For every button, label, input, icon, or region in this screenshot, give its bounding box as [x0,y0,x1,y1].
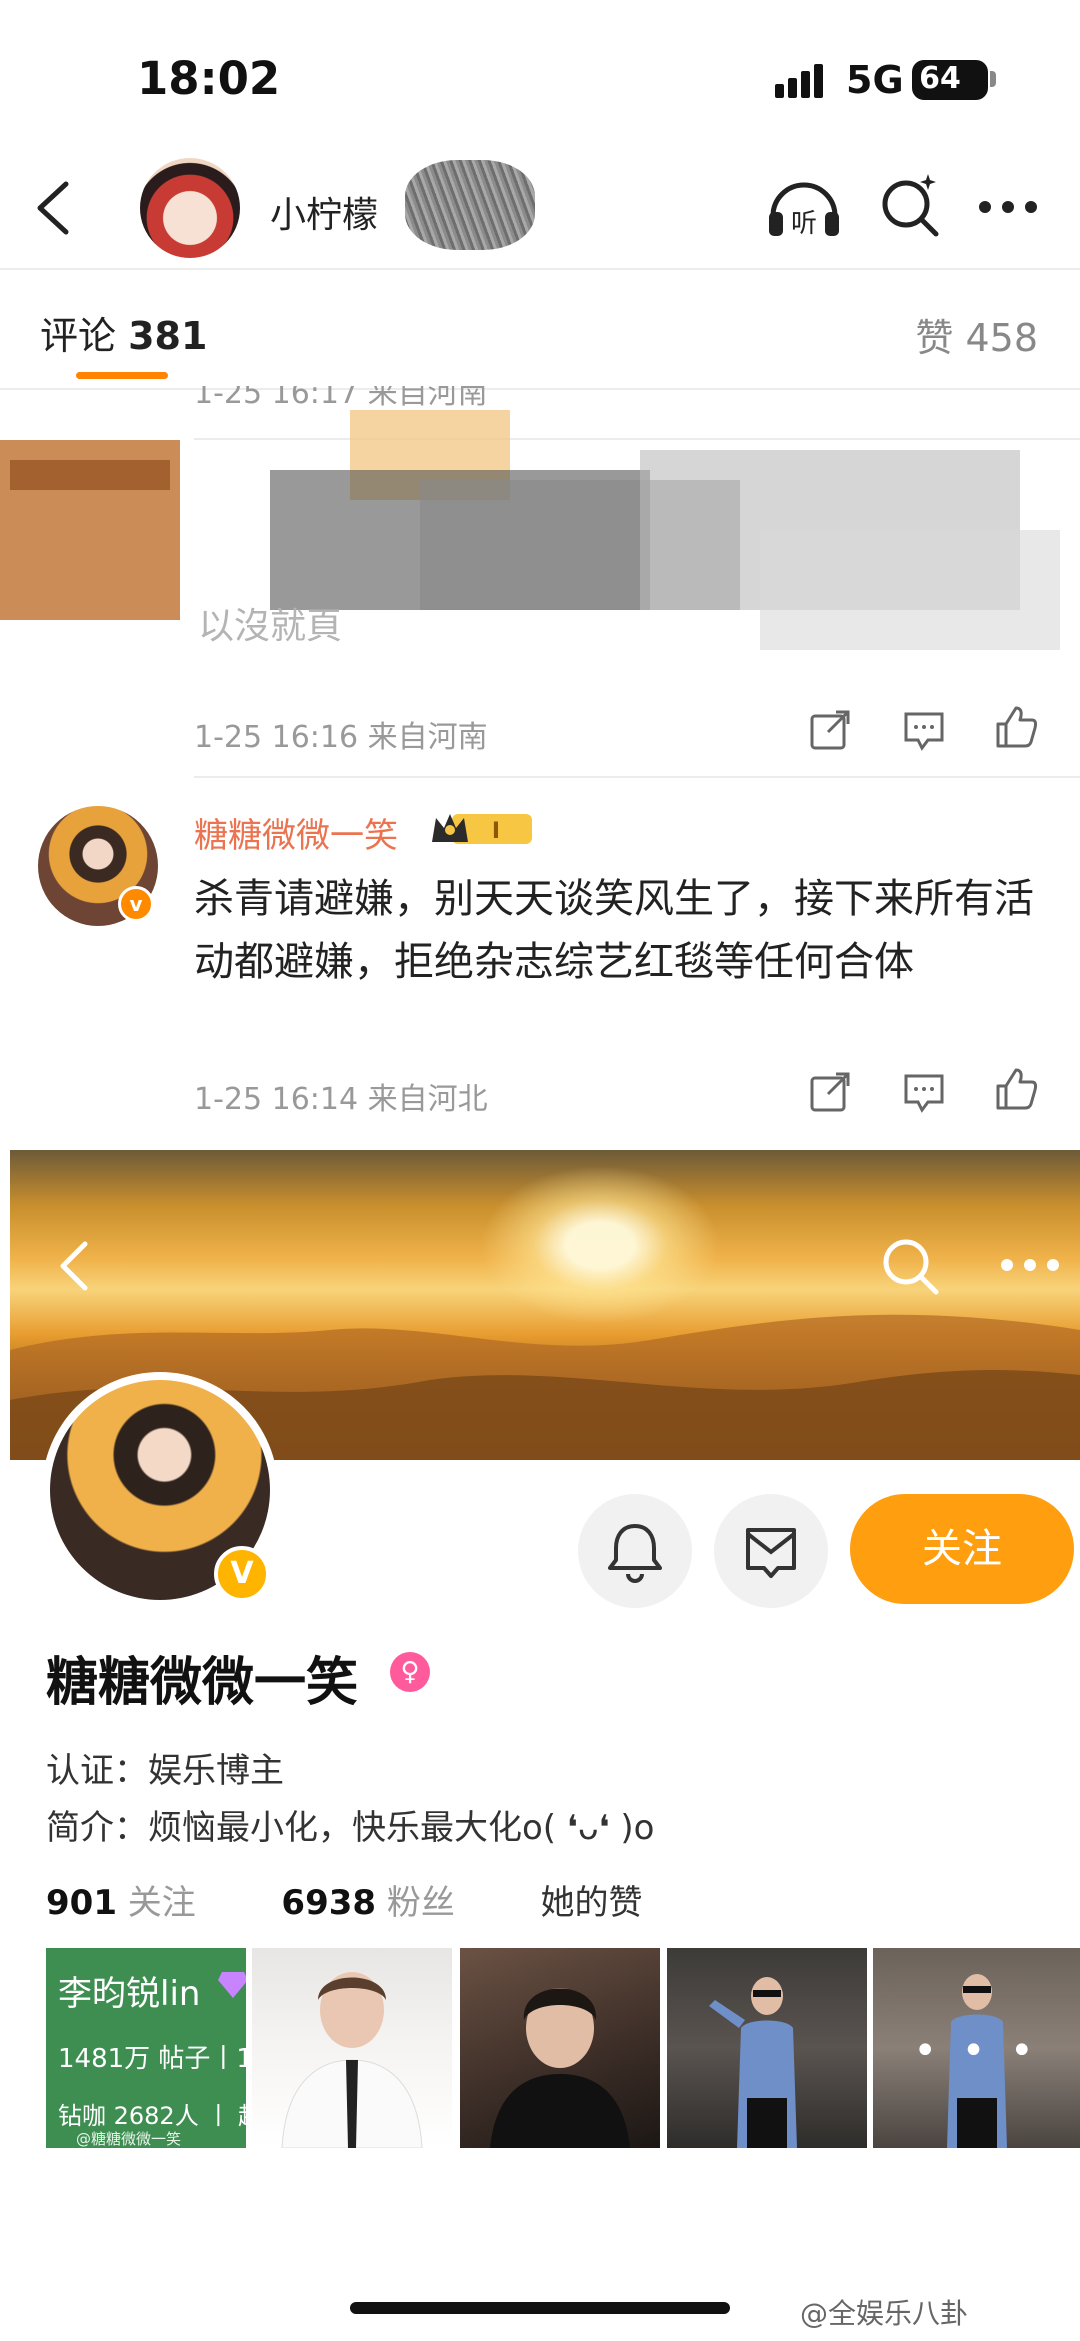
more-icon[interactable] [978,200,1038,214]
follow-button[interactable]: 关注 [850,1494,1074,1604]
hidden-comment-fragment: 以沒就頁 [198,606,342,647]
verified-badge: v [118,886,154,922]
following-stat[interactable]: 901 关注 [46,1883,196,1923]
like-icon[interactable] [994,1066,1038,1110]
notify-button[interactable] [578,1494,692,1608]
active-tab-indicator [76,372,168,379]
watermark: @全娱乐八卦 [800,2297,969,2330]
photo-person [490,1988,630,2148]
status-time: 18:02 [137,52,281,105]
comment-meta: 1-25 16:17 来自河南 [194,386,488,411]
tab-comments-label: 评论 [40,314,117,358]
tab-likes[interactable]: 赞 458 [915,307,1038,362]
thumbnail[interactable]: • • • [873,1948,1080,2148]
tab-comments-count: 381 [128,314,208,358]
comment-meta: 1-25 16:14 来自河北 [194,1082,488,1117]
profile-name: 糖糖微微一笑 [46,1653,359,1713]
supertopic-stats: 1481万 帖子丨168 [58,2044,246,2074]
followers-count: 6938 [281,1883,377,1923]
profile-search-icon[interactable] [880,1236,942,1298]
photo-person [709,1977,797,2148]
tab-comments[interactable]: 评论 381 [40,305,207,360]
comment-meta: 1-25 16:16 来自河南 [194,720,488,755]
bell-icon [608,1524,662,1583]
supertopic-title: 李昀锐lin [58,1974,201,2014]
profile-stats: 901 关注 6938 粉丝 她的赞 [46,1875,643,1924]
diamond-icon [218,1972,246,1998]
comment-text: 杀青请避嫌，别天天谈笑风生了，接下来所有活动都避嫌，拒绝杂志综艺红毯等任何合体 [194,876,1034,985]
message-icon [746,1528,796,1578]
verified-badge: V [214,1546,270,1602]
profile-more-icon[interactable] [1000,1258,1060,1272]
followers-label: 粉丝 [386,1883,455,1923]
gender-female-icon: ♀ [390,1652,430,1692]
followers-stat[interactable]: 6938 粉丝 [281,1883,454,1923]
home-indicator[interactable] [350,2302,730,2314]
redaction-scribble [405,160,535,250]
thumbnail[interactable] [460,1948,660,2148]
signal-icon [775,64,823,98]
more-photos-indicator: • • • [913,2028,1040,2074]
crown-badge-icon: I [432,814,532,844]
badge-level: I [492,819,500,844]
thumbnail[interactable] [252,1948,452,2148]
avatar[interactable] [140,158,240,258]
tab-likes-count: 458 [965,316,1038,360]
svg-text:听: 听 [791,209,817,239]
image-credit: @糖糖微微一笑 [76,2130,182,2148]
thumbnail[interactable] [667,1948,867,2148]
supertopic-members: 钻咖 2682人 丨 超 [58,2102,246,2130]
nav-username[interactable]: 小柠檬 [270,186,378,238]
profile-back-icon[interactable] [55,1238,95,1294]
divider [0,388,1080,390]
her-likes-tab[interactable]: 她的赞 [541,1883,643,1923]
like-icon[interactable] [994,704,1038,748]
message-button[interactable] [714,1494,828,1608]
battery-cap [990,71,996,87]
divider [194,776,1080,778]
network-type: 5G [846,58,904,102]
battery-level: 64 [919,61,961,96]
listen-icon[interactable]: 听 [765,172,843,242]
divider [0,268,1080,270]
redaction-scribble: 以沒就頁 [0,410,1060,650]
commenter-name[interactable]: 糖糖微微一笑 [194,808,398,857]
thumbnail[interactable]: 李昀锐lin 1481万 帖子丨168 钻咖 2682人 丨 超 @糖糖微微一笑 [46,1948,246,2148]
share-icon[interactable] [808,708,852,752]
following-count: 901 [46,1883,117,1923]
share-icon[interactable] [808,1070,852,1114]
profile-certification: 认证：娱乐博主 [46,1751,284,1791]
photo-person [281,1972,423,2148]
search-icon[interactable] [878,170,942,240]
profile-bio: 简介：烦恼最小化，快乐最大化o( ❛ᴗ❛ )o [46,1808,655,1848]
tab-likes-label: 赞 [915,316,954,360]
following-label: 关注 [127,1883,196,1923]
comment-icon[interactable] [902,708,946,752]
back-icon[interactable] [28,178,78,238]
comment-icon[interactable] [902,1070,946,1114]
